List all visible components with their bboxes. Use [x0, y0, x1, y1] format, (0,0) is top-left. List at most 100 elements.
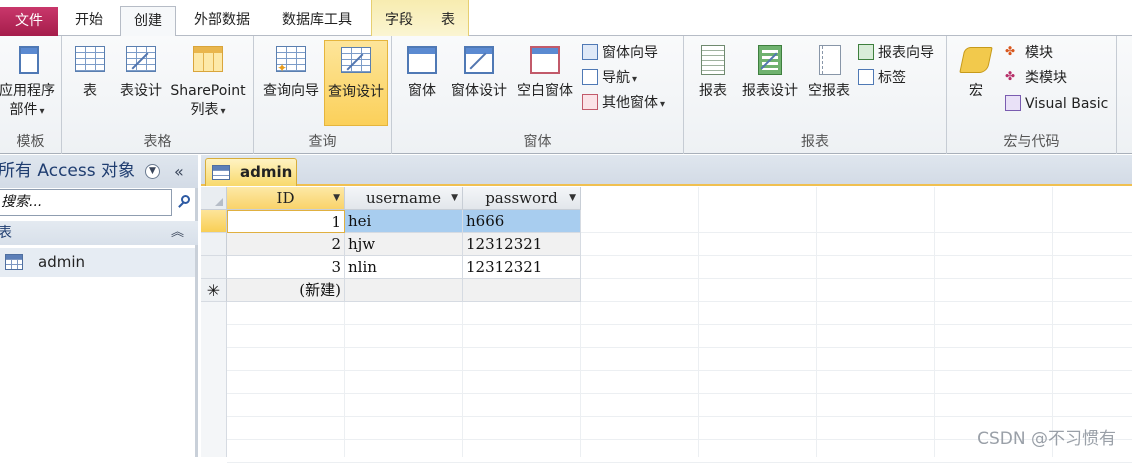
- tab-home[interactable]: 开始: [62, 6, 116, 36]
- blank-form-button[interactable]: 空白窗体: [512, 40, 578, 101]
- application-parts-button[interactable]: 应用程序 部件 ▾: [0, 40, 60, 121]
- search-icon[interactable]: [176, 193, 194, 211]
- report-label: 报表: [699, 83, 727, 99]
- visual-basic-icon: [1005, 95, 1021, 111]
- nav-item-admin[interactable]: admin: [0, 248, 195, 277]
- table-button[interactable]: 表: [68, 40, 112, 101]
- sharepoint-lists-icon: [192, 44, 224, 76]
- tab-table[interactable]: 表: [428, 6, 468, 36]
- group-title: 宏与代码: [1003, 134, 1060, 150]
- application-parts-label-2: 部件: [9, 102, 38, 118]
- record-selector[interactable]: [201, 233, 227, 256]
- class-module-icon: ✤: [1005, 69, 1016, 83]
- table-cell-username[interactable]: hei: [345, 210, 463, 233]
- more-forms-button[interactable]: 其他窗体 ▾: [582, 92, 665, 114]
- table-cell-password[interactable]: 12312321: [463, 233, 581, 256]
- chevron-down-icon: ▾: [39, 106, 45, 117]
- new-record-star-icon: ✳: [206, 281, 221, 300]
- column-header-label: password: [485, 189, 558, 207]
- report-design-label: 报表设计: [742, 83, 798, 99]
- report-wizard-button[interactable]: 报表向导: [858, 42, 934, 64]
- blank-report-button[interactable]: 空报表: [804, 40, 854, 101]
- sharepoint-lists-button[interactable]: SharePoint 列表 ▾: [168, 40, 248, 121]
- document-tab-admin[interactable]: admin: [205, 158, 297, 186]
- visual-basic-button[interactable]: Visual Basic: [1005, 93, 1108, 115]
- new-record-cell[interactable]: (新建): [227, 279, 345, 302]
- table-icon: [74, 44, 106, 76]
- application-parts-icon: [11, 44, 43, 76]
- table-design-label: 表设计: [120, 83, 162, 99]
- ribbon-tab-strip: 文件 开始 创建 外部数据 数据库工具 字段 表: [0, 0, 1132, 37]
- document-tab-label: admin: [240, 163, 293, 181]
- chevron-down-icon[interactable]: ▼: [145, 164, 160, 179]
- form-design-button[interactable]: 窗体设计: [448, 40, 510, 101]
- table-cell-password[interactable]: h666: [463, 210, 581, 233]
- table-cell-password[interactable]: 12312321: [463, 256, 581, 279]
- query-design-button[interactable]: 查询设计: [324, 40, 388, 126]
- class-module-button[interactable]: ✤ 类模块: [1005, 67, 1067, 89]
- application-parts-label: 应用程序: [0, 83, 55, 99]
- collapse-group-icon[interactable]: ︽: [171, 221, 184, 245]
- document-tab-bar: admin: [201, 155, 1132, 186]
- table-cell-id[interactable]: 1: [227, 210, 345, 233]
- table-design-button[interactable]: 表设计: [116, 40, 166, 101]
- nav-item-label: admin: [38, 253, 85, 271]
- table-cell-username[interactable]: nlin: [345, 256, 463, 279]
- collapse-pane-icon[interactable]: «: [174, 155, 184, 188]
- search-input[interactable]: 搜索...: [0, 189, 172, 216]
- column-header-password[interactable]: password ▼: [463, 187, 581, 210]
- table-icon: [5, 254, 23, 270]
- ribbon: 应用程序 部件 ▾ 模板 表 表设计 SharePoint 列表 ▾ 表格 ✦ 查询…: [0, 36, 1132, 154]
- select-all-corner[interactable]: [201, 187, 227, 210]
- tab-database-tools[interactable]: 数据库工具: [268, 6, 366, 36]
- group-tables: 表 表设计 SharePoint 列表 ▾ 表格: [62, 36, 254, 154]
- table-cell-username[interactable]: hjw: [345, 233, 463, 256]
- form-wizard-button[interactable]: 窗体向导: [582, 42, 658, 64]
- query-design-icon: [340, 45, 372, 77]
- tab-file[interactable]: 文件: [0, 7, 58, 36]
- navigation-pane-header[interactable]: 所有 Access 对象 ▼ «: [0, 155, 198, 188]
- table-icon: [212, 165, 230, 180]
- form-label: 窗体: [408, 83, 436, 99]
- tab-external-data[interactable]: 外部数据: [180, 6, 264, 36]
- query-wizard-button[interactable]: ✦ 查询向导: [258, 40, 324, 101]
- table-cell-id[interactable]: 3: [227, 256, 345, 279]
- table-cell-id[interactable]: 2: [227, 233, 345, 256]
- module-button[interactable]: ✤ 模块: [1005, 42, 1053, 64]
- nav-group-tables[interactable]: 表 ︽: [0, 221, 198, 245]
- form-design-icon: [463, 44, 495, 76]
- watermark: CSDN @不习惯有: [977, 429, 1116, 449]
- labels-button[interactable]: 标签: [858, 67, 906, 89]
- group-title: 模板: [16, 134, 45, 150]
- record-selector[interactable]: [201, 256, 227, 279]
- report-wizard-label: 报表向导: [878, 45, 934, 61]
- group-templates: 应用程序 部件 ▾ 模板: [0, 36, 62, 154]
- nav-group-label: 表: [0, 225, 12, 241]
- labels-label: 标签: [878, 70, 906, 86]
- column-header-id[interactable]: ID ▼: [227, 187, 345, 210]
- group-title: 查询: [308, 134, 337, 150]
- record-selector[interactable]: [201, 210, 227, 233]
- group-forms: 窗体 窗体设计 空白窗体 窗体向导 导航 ▾ 其他窗体 ▾ 窗体: [392, 36, 684, 154]
- report-design-button[interactable]: 报表设计: [738, 40, 802, 101]
- new-record-selector[interactable]: ✳: [201, 279, 227, 302]
- chevron-down-icon[interactable]: ▼: [451, 187, 458, 209]
- form-wizard-label: 窗体向导: [602, 45, 658, 61]
- column-header-username[interactable]: username ▼: [345, 187, 463, 210]
- new-record-cell-password[interactable]: [463, 279, 581, 302]
- navigation-icon: [582, 69, 598, 85]
- navigation-button[interactable]: 导航 ▾: [582, 67, 637, 89]
- query-wizard-icon: ✦: [275, 44, 307, 76]
- chevron-down-icon: ▾: [660, 99, 666, 110]
- tab-fields[interactable]: 字段: [374, 6, 424, 36]
- macro-button[interactable]: 宏: [955, 40, 997, 101]
- tab-create[interactable]: 创建: [120, 6, 176, 37]
- chevron-down-icon[interactable]: ▼: [569, 187, 576, 209]
- column-header-label: username: [365, 189, 442, 207]
- sharepoint-label-2: 列表: [190, 102, 219, 118]
- datasheet: ID ▼ username ▼ password ▼ 1 hei h666 2 …: [201, 187, 1132, 463]
- new-record-cell-username[interactable]: [345, 279, 463, 302]
- report-button[interactable]: 报表: [692, 40, 734, 101]
- chevron-down-icon[interactable]: ▼: [333, 187, 340, 209]
- form-button[interactable]: 窗体: [402, 40, 442, 101]
